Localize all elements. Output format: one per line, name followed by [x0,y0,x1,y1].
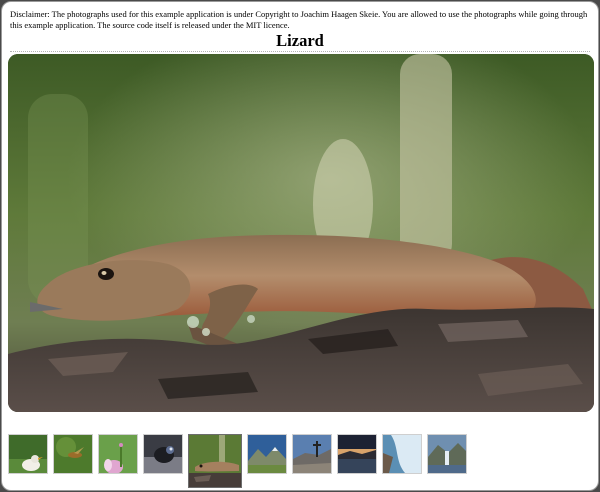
insect-photo [54,435,92,473]
thumbnail-sunset-lake[interactable] [337,434,377,474]
disclaimer-text: Disclaimer: The photographs used for thi… [10,9,588,30]
title-divider [10,51,590,52]
thumbnail-mountain-waterfall[interactable] [427,434,467,474]
lizard-thumbnail-photo [189,435,241,487]
waterfall-stream-photo [383,435,421,473]
main-photo [8,54,594,412]
thumbnail-insect[interactable] [53,434,93,474]
thumbnail-summit-cross[interactable] [292,434,332,474]
app-window: Disclaimer: The photographs used for thi… [1,1,599,491]
mountain-waterfall-photo [428,435,466,473]
thumbnail-mountain-landscape[interactable] [247,434,287,474]
photo-title: Lizard [276,31,324,50]
thumbnail-waterfall-stream[interactable] [382,434,422,474]
thumbnail-lizard[interactable] [188,434,242,488]
sunset-lake-photo [338,435,376,473]
beetle-photo [144,435,182,473]
bird-photo [9,435,47,473]
thumbnail-bird[interactable] [8,434,48,474]
thumbnail-beetle[interactable] [143,434,183,474]
mountain-landscape-photo [248,435,286,473]
flower-photo [99,435,137,473]
lizard-photo [8,54,594,412]
thumbnail-flower[interactable] [98,434,138,474]
summit-cross-photo [293,435,331,473]
